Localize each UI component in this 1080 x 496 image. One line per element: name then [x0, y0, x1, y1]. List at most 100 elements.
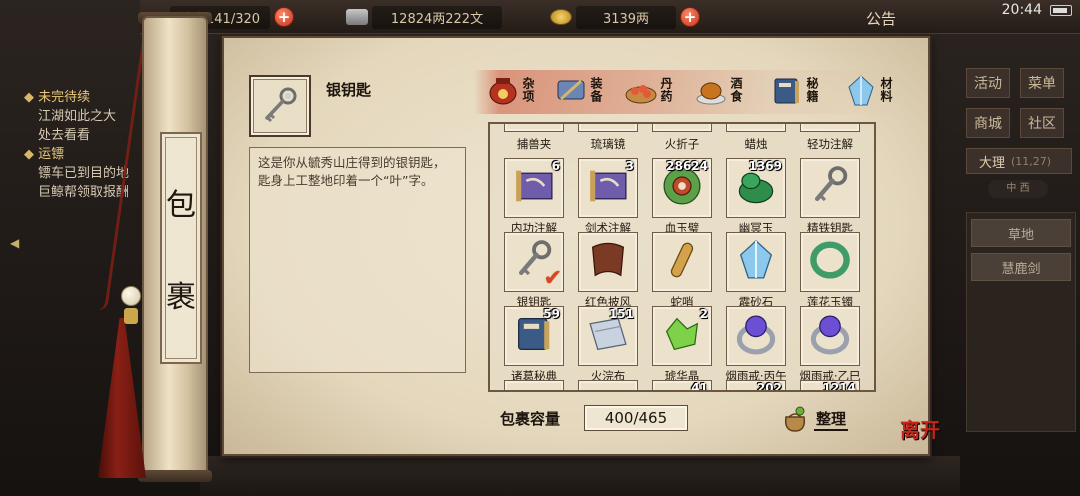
inventory-grid[interactable]: 捕兽夹 琉璃镜 火折子 蜡烛 轻功注解 6 内功注解 3 剑术注解 28624 血玉璧 1369 幽冥玉…	[488, 122, 876, 392]
sort-button[interactable]: 整理	[780, 404, 854, 434]
location-coord: (11,27)	[1011, 154, 1052, 168]
menu-button[interactable]: 菜单	[1020, 68, 1064, 98]
item-count: 1214	[822, 381, 856, 392]
gold-value: 3139两	[576, 5, 676, 29]
gold-ingot-icon	[550, 9, 572, 25]
item-description: 这是你从毓秀山庄得到的银钥匙，匙身上工整地印着一个“叶”字。	[249, 147, 466, 373]
item-count: 202	[756, 381, 782, 392]
inventory-slot[interactable]	[726, 232, 786, 292]
activity-button[interactable]: 活动	[966, 68, 1010, 98]
nearby-list: 草地 慧鹿剑	[966, 212, 1076, 432]
capacity-label: 包裹容量	[500, 410, 561, 428]
inventory-slot[interactable]	[578, 124, 638, 132]
jar-icon	[484, 73, 522, 107]
food-icon	[692, 73, 730, 107]
key-icon	[265, 87, 297, 123]
item-count: 59	[543, 307, 560, 321]
scroll-cap	[138, 470, 212, 482]
tab-0[interactable]: 杂项	[484, 68, 535, 112]
capacity-value: 400/465	[584, 405, 688, 431]
gem-icon	[659, 311, 705, 361]
item-name-label: 火折子	[664, 137, 700, 151]
inventory-slot[interactable]	[652, 124, 712, 132]
title-char: 包	[166, 188, 196, 223]
inventory-slot[interactable]: 1369	[726, 158, 786, 218]
bead-decoration	[121, 286, 141, 306]
inventory-slot[interactable]	[504, 380, 564, 390]
bead-cap-decoration	[124, 308, 138, 324]
cloak-icon	[585, 237, 631, 287]
location-name: 大理	[979, 155, 1006, 171]
inventory-slot[interactable]: 202	[726, 380, 786, 392]
nearby-item-label: 草地	[1007, 227, 1034, 243]
nearby-item-label: 慧鹿剑	[1001, 261, 1041, 277]
tab-label: 丹药	[659, 77, 673, 103]
leave-button[interactable]: 离开	[900, 414, 940, 443]
sort-label: 整理	[814, 408, 849, 431]
inventory-slot[interactable]	[726, 124, 786, 132]
inventory-slot[interactable]: 28624	[652, 158, 712, 218]
tab-1[interactable]: 装备	[552, 68, 603, 112]
inventory-slot[interactable]	[800, 306, 860, 366]
nearby-item[interactable]: 草地	[971, 219, 1071, 247]
inventory-slot[interactable]	[652, 232, 712, 292]
inventory-slot[interactable]: 6	[504, 158, 564, 218]
community-button[interactable]: 社区	[1020, 108, 1064, 138]
nearby-item[interactable]: 慧鹿剑	[971, 253, 1071, 281]
inventory-slot[interactable]	[800, 232, 860, 292]
pill-icon	[622, 73, 660, 107]
item-name-label: 琉璃镜	[590, 137, 626, 151]
item-count: 2	[699, 307, 708, 321]
inventory-slot[interactable]: 151	[578, 306, 638, 366]
silver-ingot-icon	[346, 9, 368, 25]
inventory-slot[interactable]	[800, 158, 860, 218]
inventory-slot[interactable]	[578, 232, 638, 292]
collapse-arrow-icon[interactable]: ◀	[10, 236, 19, 250]
tab-5[interactable]: 材料	[842, 68, 893, 112]
tab-3[interactable]: 酒食	[692, 68, 743, 112]
silver-display: 12824两222文	[346, 5, 502, 29]
ring-icon	[733, 311, 779, 361]
add-gold-button[interactable]: +	[680, 7, 700, 27]
item-count: 28624	[666, 159, 708, 173]
checkmark-icon: ✔	[543, 266, 562, 291]
tab-label: 秘籍	[805, 77, 819, 103]
inventory-slot[interactable]: 1214	[800, 380, 860, 392]
selected-item-frame	[249, 75, 311, 137]
inventory-slot[interactable]: 3	[578, 158, 638, 218]
bottom-menu-bar	[200, 456, 960, 496]
inventory-title-plaque: 包 裹	[160, 132, 202, 364]
item-count: 151	[608, 307, 634, 321]
whistle-icon	[659, 237, 705, 287]
add-stamina-button[interactable]: +	[274, 7, 295, 27]
tab-4[interactable]: 秘籍	[768, 68, 819, 112]
inventory-slot[interactable]: ✔	[504, 232, 564, 292]
scroll-icon	[511, 163, 557, 213]
equipment-icon	[552, 73, 590, 107]
inventory-slot[interactable]	[578, 380, 638, 390]
location-display[interactable]: 大理 (11,27)	[966, 148, 1072, 174]
item-name-label: 捕兽夹	[516, 137, 552, 151]
item-count: 3	[625, 159, 634, 173]
tab-2[interactable]: 丹药	[622, 68, 673, 112]
tab-label: 装备	[589, 77, 603, 103]
crystal-icon	[842, 73, 880, 107]
selected-item-name: 银钥匙	[326, 81, 372, 99]
silver-value: 12824两222文	[372, 5, 502, 29]
inventory-slot[interactable]: 59	[504, 306, 564, 366]
shop-button[interactable]: 商城	[966, 108, 1010, 138]
inventory-slot[interactable]: 2	[652, 306, 712, 366]
item-name-label: 轻功注解	[807, 137, 853, 151]
item-count: 6	[551, 159, 560, 173]
bracelet-icon	[807, 237, 853, 287]
inventory-slot[interactable]	[504, 124, 564, 132]
direction-indicator: 中 西	[988, 180, 1048, 198]
notice-button[interactable]: 公告	[866, 8, 896, 29]
category-tab-strip	[474, 70, 894, 114]
quest-text: 巨鲸帮领取报酬	[38, 185, 130, 200]
inventory-slot[interactable]	[726, 306, 786, 366]
inventory-slot[interactable]	[800, 124, 860, 132]
ring-icon	[807, 311, 853, 361]
inventory-slot[interactable]: 41	[652, 380, 712, 392]
item-count: 41	[691, 381, 708, 392]
